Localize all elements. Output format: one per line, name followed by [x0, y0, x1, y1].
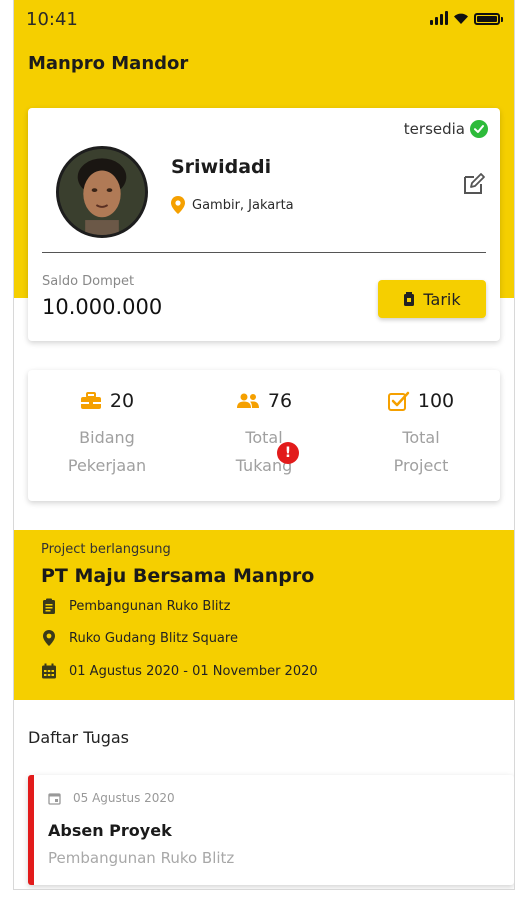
- stat-label-line1: Bidang: [79, 428, 135, 447]
- task-title: Absen Proyek: [48, 821, 172, 840]
- wallet-icon: [404, 292, 415, 306]
- stat-value: 100: [417, 390, 455, 412]
- status-bar: 10:41: [14, 0, 514, 40]
- availability-status: tersedia: [404, 120, 488, 138]
- location-pin-icon: [43, 630, 55, 646]
- project-section-label: Project berlangsung: [41, 542, 171, 557]
- stat-total-project[interactable]: 100 Total Project: [346, 390, 496, 480]
- project-address: Ruko Gudang Blitz Square: [69, 630, 238, 646]
- wallet-label: Saldo Dompet: [42, 274, 135, 289]
- task-date: 05 Agustus 2020: [73, 791, 175, 805]
- stat-label-line2: Project: [393, 456, 449, 475]
- app-title: Manpro Mandor: [28, 53, 189, 74]
- user-name: Sriwidadi: [171, 156, 272, 178]
- stat-label-line2: Tukang: [235, 456, 293, 475]
- battery-icon: [474, 13, 503, 25]
- project-period-row: 01 Agustus 2020 - 01 November 2020: [41, 663, 318, 679]
- withdraw-button[interactable]: Tarik: [378, 280, 486, 318]
- stat-total-tukang[interactable]: 76 Total Tukang !: [189, 390, 339, 480]
- profile-divider: [42, 252, 486, 253]
- calendar-icon: [42, 663, 56, 679]
- location-text: Gambir, Jakarta: [192, 197, 294, 213]
- stat-value: 76: [267, 390, 293, 412]
- location-pin-icon: [171, 196, 185, 214]
- task-item[interactable]: 05 Agustus 2020 Absen Proyek Pembangunan…: [28, 775, 514, 885]
- stat-label-line1: Total: [245, 428, 283, 447]
- edit-profile-icon[interactable]: [462, 172, 486, 196]
- stat-bidang-pekerjaan[interactable]: 20 Bidang Pekerjaan: [32, 390, 182, 480]
- profile-card: tersedia Sriwidadi Gambir, Jakarta Saldo…: [28, 108, 500, 341]
- project-building-row: Pembangunan Ruko Blitz: [41, 598, 230, 614]
- wallet-balance: 10.000.000: [42, 295, 163, 319]
- avatar[interactable]: [56, 146, 148, 238]
- phone-screen: 10:41 Manpro Mandor tersedia Sriwidadi G…: [13, 0, 515, 890]
- project-address-row: Ruko Gudang Blitz Square: [41, 630, 238, 646]
- stats-card: 20 Bidang Pekerjaan 76 Total Tukang ! 10…: [28, 370, 500, 501]
- checkbox-icon: [387, 391, 410, 411]
- task-subtitle: Pembangunan Ruko Blitz: [48, 849, 235, 867]
- ongoing-project[interactable]: Project berlangsung PT Maju Bersama Manp…: [14, 530, 514, 700]
- project-name: PT Maju Bersama Manpro: [41, 565, 315, 587]
- task-date-row: 05 Agustus 2020: [48, 791, 175, 805]
- availability-label: tersedia: [403, 120, 465, 138]
- calendar-icon: [48, 792, 61, 805]
- people-icon: [236, 393, 259, 408]
- status-time: 10:41: [26, 9, 78, 30]
- task-list-title: Daftar Tugas: [28, 728, 129, 747]
- stat-label-line1: Total: [402, 428, 440, 447]
- toolbox-icon: [80, 392, 101, 409]
- status-icons: [430, 11, 503, 25]
- withdraw-label: Tarik: [423, 289, 461, 309]
- wifi-icon: [454, 13, 468, 24]
- check-circle-icon: [470, 120, 488, 138]
- avatar-portrait: [59, 149, 145, 235]
- stat-label-line2: Pekerjaan: [67, 456, 147, 475]
- user-location: Gambir, Jakarta: [171, 196, 294, 214]
- project-period: 01 Agustus 2020 - 01 November 2020: [69, 663, 318, 679]
- alert-badge: !: [277, 442, 299, 464]
- stat-value: 20: [109, 390, 135, 412]
- clipboard-icon: [43, 598, 55, 614]
- project-building: Pembangunan Ruko Blitz: [69, 598, 231, 614]
- signal-icon: [430, 11, 448, 25]
